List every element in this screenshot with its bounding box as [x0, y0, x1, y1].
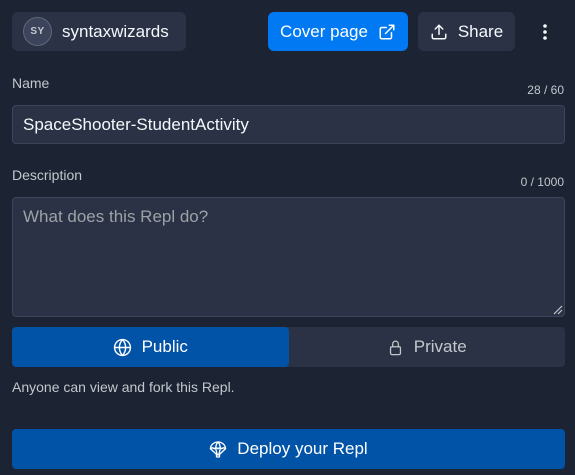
visibility-public-option[interactable]: Public: [12, 327, 289, 367]
name-char-counter: 28 / 60: [527, 83, 564, 97]
visibility-private-option[interactable]: Private: [289, 327, 566, 367]
upload-icon: [430, 23, 448, 41]
share-label: Share: [457, 21, 504, 41]
cover-page-button[interactable]: Cover page: [268, 12, 408, 51]
lock-icon: [387, 338, 404, 357]
owner-chip[interactable]: SY syntaxwizards: [12, 12, 186, 51]
description-label: Description: [12, 167, 83, 183]
visibility-toggle: Public Private: [12, 327, 565, 367]
visibility-help-text: Anyone can view and fork this Repl.: [12, 379, 235, 395]
share-button[interactable]: Share: [418, 12, 515, 51]
more-options-button[interactable]: [528, 12, 562, 51]
name-input[interactable]: [12, 105, 565, 144]
deploy-label: Deploy your Repl: [237, 439, 368, 458]
owner-username: syntaxwizards: [62, 21, 169, 41]
description-char-counter: 0 / 1000: [520, 175, 564, 189]
resize-grip-icon[interactable]: [551, 303, 563, 315]
cover-page-label: Cover page: [280, 21, 368, 41]
globe-icon: [113, 338, 132, 357]
parachute-icon: [209, 440, 227, 459]
deploy-button[interactable]: Deploy your Repl: [12, 429, 565, 469]
kebab-menu-icon: [542, 23, 548, 41]
name-label: Name: [12, 75, 50, 91]
visibility-private-label: Private: [413, 337, 467, 356]
external-link-icon: [378, 23, 396, 41]
avatar: SY: [23, 17, 52, 46]
description-input[interactable]: [12, 197, 565, 317]
visibility-public-label: Public: [141, 337, 188, 356]
